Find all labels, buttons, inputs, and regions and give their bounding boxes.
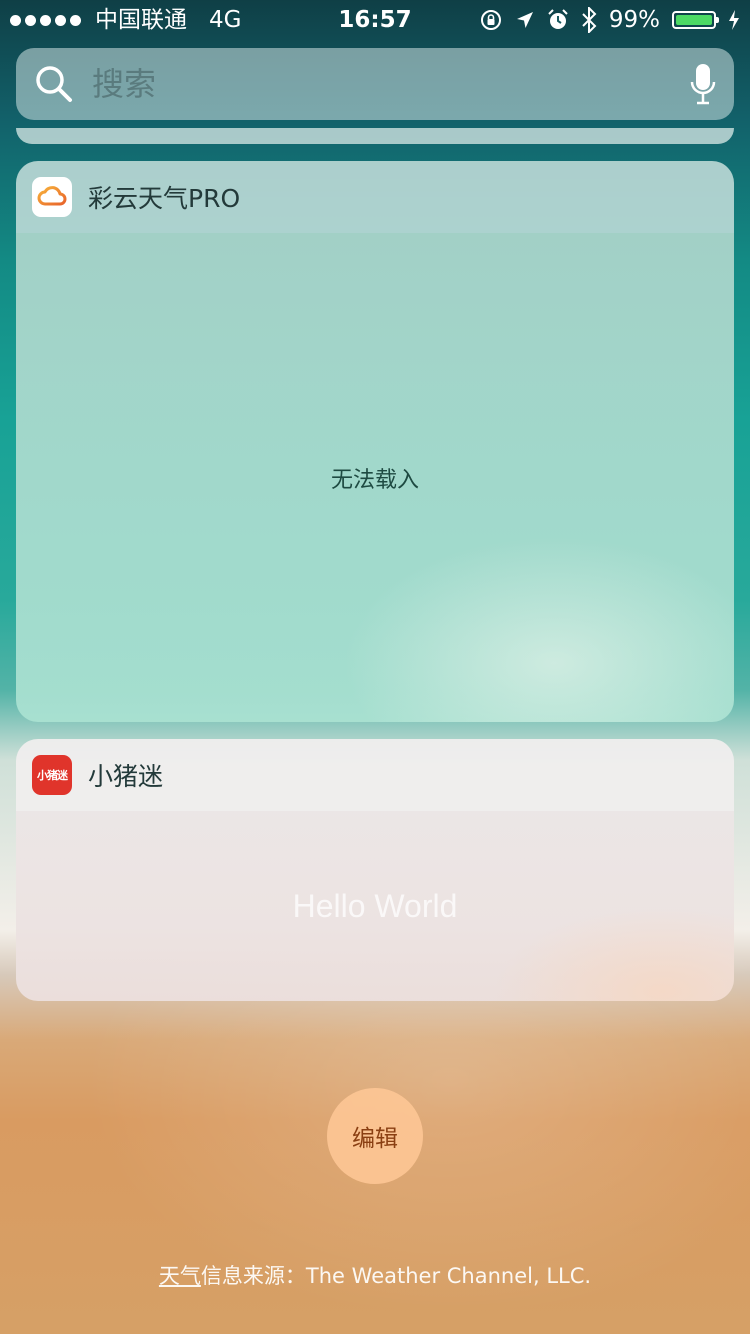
edit-button[interactable]: 编辑 <box>327 1088 423 1184</box>
weather-source-footer: 天气信息来源：The Weather Channel, LLC. <box>0 1260 750 1290</box>
status-right: 99% <box>479 0 740 40</box>
battery-level <box>676 15 712 25</box>
search-icon <box>36 66 72 102</box>
microphone-icon[interactable] <box>690 62 716 106</box>
widget-header[interactable]: 彩云天气PRO <box>16 161 734 233</box>
charging-bolt-icon <box>729 10 739 30</box>
cloud-icon <box>32 177 72 217</box>
widget-title: 小猪迷 <box>88 762 164 791</box>
weather-widget[interactable]: 彩云天气PRO 无法载入 <box>16 161 734 722</box>
hello-text: Hello World <box>292 887 458 924</box>
battery-percent: 99% <box>608 7 660 33</box>
weather-source-text: 信息来源：The Weather Channel, LLC. <box>200 1264 592 1288</box>
previous-widget-edge <box>16 128 734 144</box>
widget-title: 彩云天气PRO <box>88 184 241 213</box>
location-arrow-icon <box>516 12 533 28</box>
pig-widget[interactable]: 小猪迷 小猪迷 Hello World <box>16 739 734 1001</box>
bluetooth-icon <box>582 7 597 33</box>
battery-icon <box>672 11 719 29</box>
pig-app-icon: 小猪迷 <box>32 755 72 795</box>
weather-link[interactable]: 天气 <box>159 1264 201 1288</box>
load-failed-text: 无法载入 <box>330 467 419 493</box>
status-bar: 中国联通 4G 16:57 99% <box>0 0 750 40</box>
pig-app-icon-text: 小猪迷 <box>37 769 68 782</box>
alarm-icon <box>548 9 568 29</box>
widget-header[interactable]: 小猪迷 小猪迷 <box>16 739 734 811</box>
orientation-lock-icon <box>480 10 501 30</box>
search-bar[interactable] <box>16 48 734 120</box>
cloud-glyph-icon <box>37 186 67 206</box>
widget-body: 无法载入 <box>16 233 734 722</box>
widget-body: Hello World <box>16 811 734 1001</box>
search-input[interactable] <box>92 65 690 103</box>
